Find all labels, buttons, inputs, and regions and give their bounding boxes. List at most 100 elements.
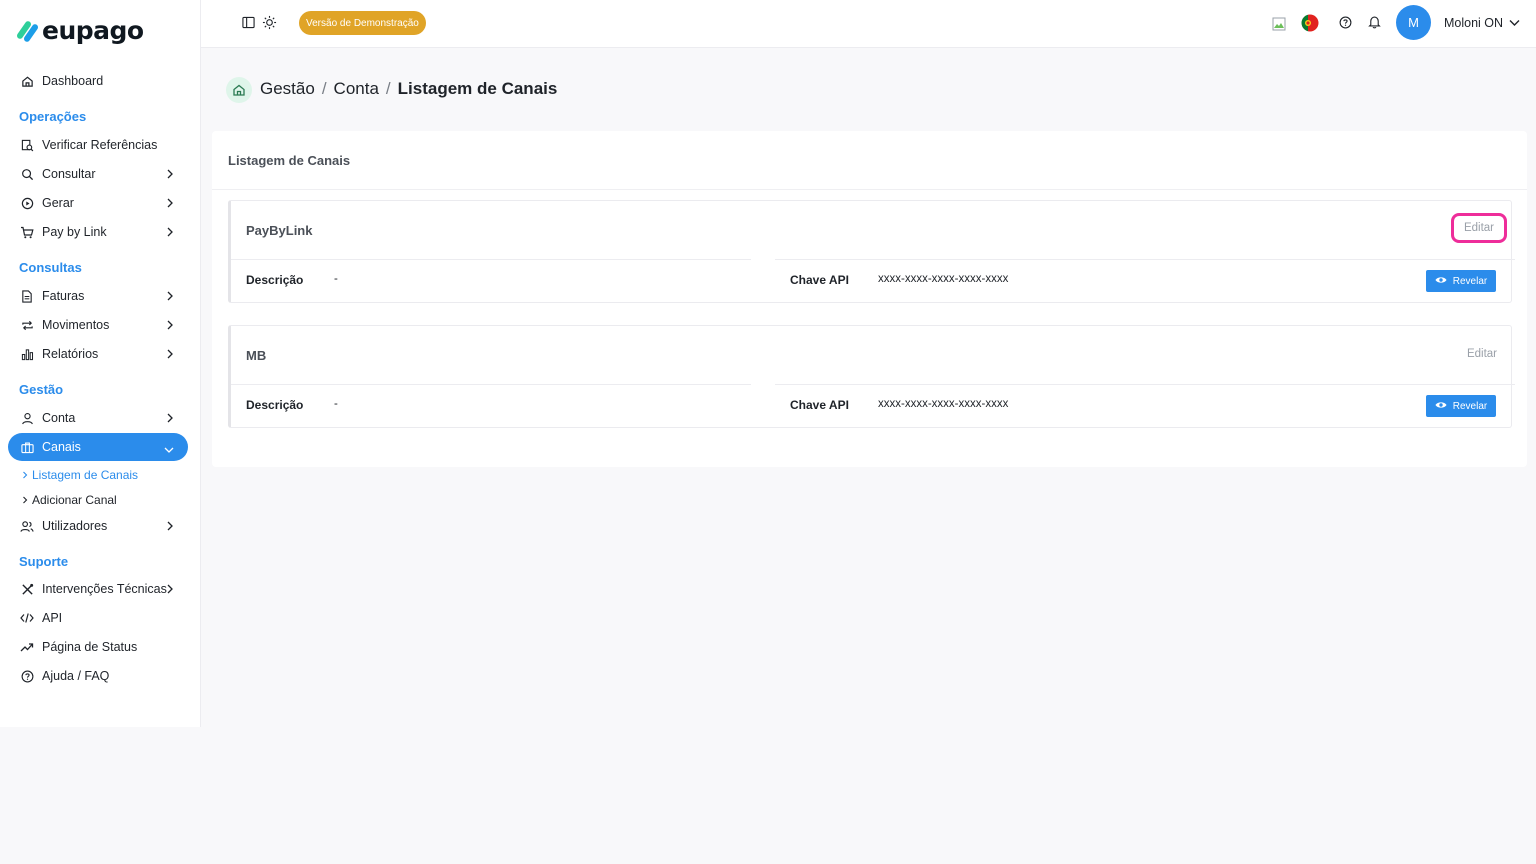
tools-icon xyxy=(20,582,34,596)
sun-icon[interactable] xyxy=(262,15,277,33)
divider xyxy=(212,189,1527,190)
demo-version-badge: Versão de Demonstração xyxy=(299,11,426,35)
divider xyxy=(231,259,751,260)
sidebar-item-canais[interactable]: Canais xyxy=(8,433,188,461)
channels-card: Listagem de Canais PayByLink Editar Desc… xyxy=(212,131,1527,467)
user-name: Moloni ON xyxy=(1444,16,1504,30)
sidebar-item-consultar[interactable]: Consultar xyxy=(8,160,188,188)
chevron-down-icon xyxy=(1509,16,1520,30)
sidebar-item-label: Movimentos xyxy=(42,318,110,332)
home-icon xyxy=(20,74,34,88)
api-key-label: Chave API xyxy=(790,398,849,412)
reveal-button[interactable]: Revelar xyxy=(1426,395,1496,417)
chevron-right-icon xyxy=(166,348,174,362)
sidebar-item-label: Página de Status xyxy=(42,640,138,654)
chevron-right-icon xyxy=(166,168,174,182)
sidebar-item-label: Intervenções Técnicas xyxy=(42,582,167,596)
sidebar-item-utilizadores[interactable]: Utilizadores xyxy=(8,512,188,540)
section-title-gestao: Gestão xyxy=(19,382,64,397)
description-label: Descrição xyxy=(246,398,304,412)
eye-icon xyxy=(1435,401,1447,412)
chevron-right-icon xyxy=(166,226,174,240)
breadcrumb: Gestão / Conta / Listagem de Canais xyxy=(260,79,557,99)
broken-image-icon[interactable] xyxy=(1272,17,1286,34)
bar-chart-icon xyxy=(20,347,34,361)
description-value: - xyxy=(334,398,338,410)
sidebar-item-intervencoes[interactable]: Intervenções Técnicas xyxy=(8,575,188,603)
help-icon[interactable] xyxy=(1339,16,1352,32)
chevron-right-icon xyxy=(166,583,174,597)
sidebar-item-relatorios[interactable]: Relatórios xyxy=(8,340,188,368)
chevron-right-icon xyxy=(166,290,174,304)
brand-logo[interactable]: eupago xyxy=(15,16,144,45)
sidebar-item-label: Canais xyxy=(42,440,81,454)
chevron-right-icon xyxy=(166,520,174,534)
sidebar-item-dashboard[interactable]: Dashboard xyxy=(8,67,188,95)
sidebar-item-paybylink[interactable]: Pay by Link xyxy=(8,218,188,246)
edit-button[interactable]: Editar xyxy=(1450,213,1507,243)
sub-item-listagem-canais[interactable]: Listagem de Canais xyxy=(22,468,138,482)
help-circle-icon xyxy=(20,669,34,683)
card-title: Listagem de Canais xyxy=(228,153,351,168)
edit-button[interactable]: Editar xyxy=(1467,348,1497,360)
topbar: Versão de Demonstração M Moloni ON xyxy=(201,0,1536,48)
home-breadcrumb-icon[interactable] xyxy=(226,77,252,103)
bell-icon[interactable] xyxy=(1368,15,1381,32)
portugal-flag-icon[interactable] xyxy=(1301,14,1319,35)
avatar[interactable]: M xyxy=(1396,5,1431,40)
section-title-consultas: Consultas xyxy=(19,260,82,275)
sub-item-adicionar-canal[interactable]: Adicionar Canal xyxy=(22,493,117,507)
sidebar-item-gerar[interactable]: Gerar xyxy=(8,189,188,217)
code-icon xyxy=(20,611,34,625)
sidebar-item-label: Faturas xyxy=(42,289,85,303)
breadcrumb-gestao[interactable]: Gestão xyxy=(260,79,315,99)
repeat-icon xyxy=(20,318,34,332)
channel-card-paybylink: PayByLink Editar Descrição - Chave API x… xyxy=(228,200,1515,303)
breadcrumb-conta[interactable]: Conta xyxy=(334,79,379,99)
chevron-down-icon xyxy=(164,443,174,457)
sidebar-item-status[interactable]: Página de Status xyxy=(8,633,188,661)
sidebar-item-faturas[interactable]: Faturas xyxy=(8,282,188,310)
sub-item-label: Adicionar Canal xyxy=(32,493,117,507)
sidebar: eupago Dashboard Operações Verificar Ref… xyxy=(0,0,201,727)
users-icon xyxy=(20,519,34,533)
channel-name: PayByLink xyxy=(246,223,313,238)
chevron-right-icon xyxy=(22,493,28,507)
sidebar-item-verificar[interactable]: Verificar Referências xyxy=(8,131,188,159)
reveal-button[interactable]: Revelar xyxy=(1426,270,1496,292)
api-key-value: xxxx-xxxx-xxxx-xxxx-xxxx xyxy=(878,273,1009,285)
eye-icon xyxy=(1435,276,1447,287)
reveal-label: Revelar xyxy=(1452,275,1488,287)
sidebar-item-label: Gerar xyxy=(42,196,74,210)
sidebar-item-label: Pay by Link xyxy=(42,225,107,239)
user-menu[interactable]: Moloni ON xyxy=(1444,16,1520,30)
sidebar-item-label: Ajuda / FAQ xyxy=(42,669,110,683)
chevron-right-icon xyxy=(166,319,174,333)
sidebar-item-api[interactable]: API xyxy=(8,604,188,632)
briefcase-icon xyxy=(20,440,34,454)
sidebar-item-label: Consultar xyxy=(42,167,96,181)
reveal-label: Revelar xyxy=(1452,400,1488,412)
api-key-label: Chave API xyxy=(790,273,849,287)
chevron-right-icon xyxy=(166,197,174,211)
sidebar-item-ajuda[interactable]: Ajuda / FAQ xyxy=(8,662,188,690)
breadcrumb-separator: / xyxy=(385,79,391,98)
sidebar-item-label: Conta xyxy=(42,411,76,425)
section-title-operacoes: Operações xyxy=(19,109,87,124)
sidebar-item-movimentos[interactable]: Movimentos xyxy=(8,311,188,339)
play-circle-icon xyxy=(20,196,34,210)
sidebar-item-conta[interactable]: Conta xyxy=(8,404,188,432)
sidebar-item-label: API xyxy=(42,611,63,625)
document-icon xyxy=(20,289,34,303)
channel-card-mb: MB Editar Descrição - Chave API xxxx-xxx… xyxy=(228,325,1515,428)
sidebar-item-label: Dashboard xyxy=(42,74,104,88)
description-label: Descrição xyxy=(246,273,304,287)
trending-up-icon xyxy=(20,640,34,654)
breadcrumb-separator: / xyxy=(321,79,327,98)
sidebar-toggle-icon[interactable] xyxy=(242,16,255,32)
search-document-icon xyxy=(20,138,34,152)
divider xyxy=(231,384,751,385)
sub-item-label: Listagem de Canais xyxy=(32,468,139,482)
page-title: Listagem de Canais xyxy=(397,79,558,98)
user-icon xyxy=(20,411,34,425)
